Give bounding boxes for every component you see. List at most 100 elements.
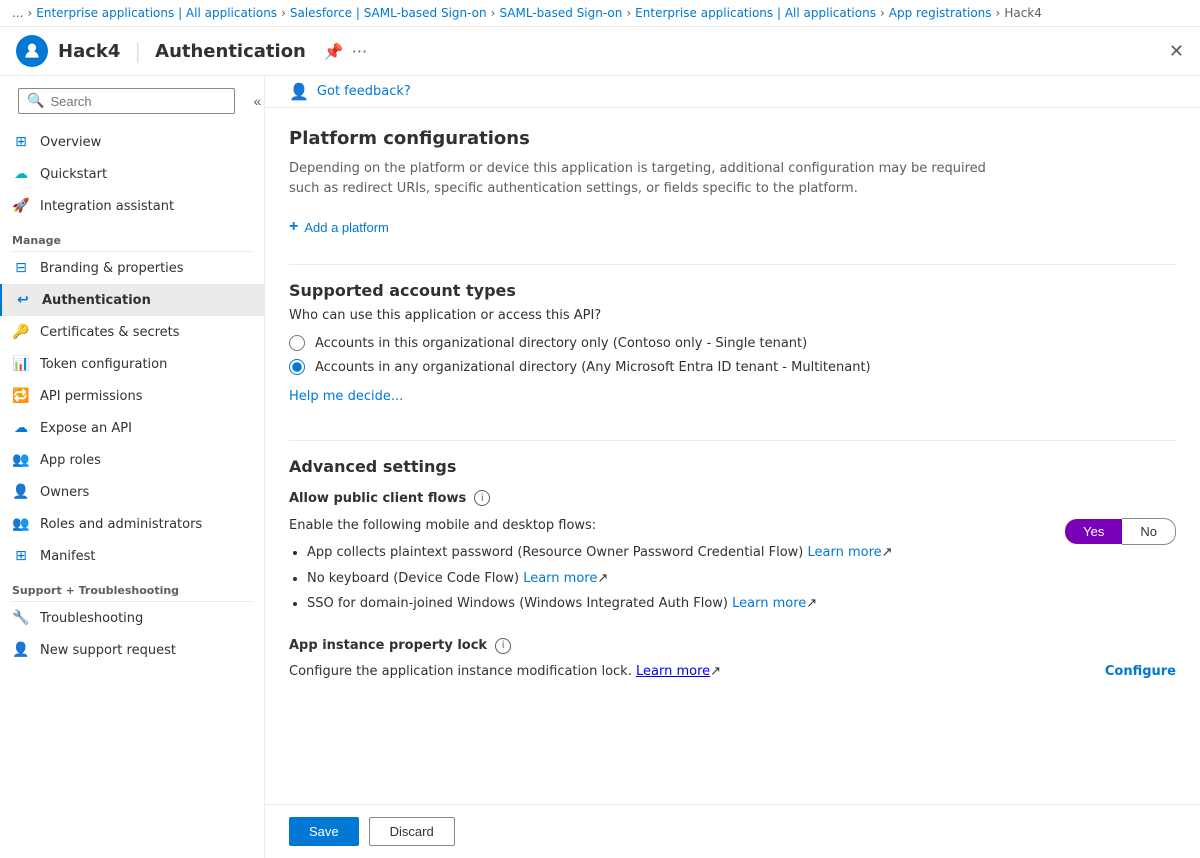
enable-desc: Enable the following mobile and desktop … (289, 518, 1041, 533)
account-types-title: Supported account types (289, 281, 1176, 300)
close-button[interactable]: ✕ (1169, 41, 1184, 62)
overview-icon: ⊞ (12, 133, 30, 151)
pin-icon[interactable]: 📌 (324, 42, 344, 61)
sidebar-label-certificates: Certificates & secrets (40, 325, 180, 340)
bullet-text-0: App collects plaintext password (Resourc… (307, 545, 803, 560)
sidebar-item-overview[interactable]: ⊞ Overview (0, 126, 264, 158)
radio-multi-tenant[interactable]: Accounts in any organizational directory… (289, 359, 1176, 375)
sidebar-item-api-permissions[interactable]: 🔁 API permissions (0, 380, 264, 412)
learn-more-link-0[interactable]: Learn more (808, 545, 882, 560)
search-box[interactable]: 🔍 (18, 88, 235, 114)
list-item: SSO for domain-joined Windows (Windows I… (307, 594, 1041, 614)
search-input[interactable] (50, 94, 226, 109)
breadcrumb-link-4[interactable]: App registrations (889, 6, 992, 20)
sidebar: 🔍 « ⊞ Overview ☁ Quickstart 🚀 Integratio… (0, 76, 265, 858)
plus-icon: + (289, 218, 298, 236)
feedback-label: Got feedback? (317, 84, 411, 99)
sidebar-label-token: Token configuration (40, 357, 167, 372)
content-area: 👤 Got feedback? Platform configurations … (265, 76, 1200, 858)
sidebar-label-owners: Owners (40, 485, 89, 500)
sidebar-item-integration[interactable]: 🚀 Integration assistant (0, 190, 264, 222)
sidebar-label-app-roles: App roles (40, 453, 101, 468)
radio-multi-label: Accounts in any organizational directory… (315, 360, 871, 375)
manifest-icon: ⊞ (12, 547, 30, 565)
app-instance-row: App instance property lock i (289, 638, 1176, 654)
learn-more-link-2[interactable]: Learn more (732, 596, 806, 611)
breadcrumb-link-2[interactable]: SAML-based Sign-on (499, 6, 622, 20)
breadcrumb-dots[interactable]: ... (12, 6, 23, 20)
toggle-yes-button[interactable]: Yes (1065, 519, 1122, 544)
section-divider-2 (289, 440, 1176, 441)
manage-section-title: Manage (0, 222, 264, 251)
sidebar-label-new-support: New support request (40, 643, 176, 658)
account-type-radio-group: Accounts in this organizational director… (289, 335, 1176, 375)
sidebar-item-troubleshooting[interactable]: 🔧 Troubleshooting (0, 602, 264, 634)
toggle-no-button[interactable]: No (1122, 518, 1176, 545)
feedback-icon: 👤 (289, 82, 309, 101)
more-icon[interactable]: ··· (352, 42, 367, 61)
sidebar-item-manifest[interactable]: ⊞ Manifest (0, 540, 264, 572)
sidebar-item-token[interactable]: 📊 Token configuration (0, 348, 264, 380)
account-types-subtitle: Who can use this application or access t… (289, 308, 1176, 323)
footer-bar: Save Discard (265, 804, 1200, 858)
roles-admin-icon: 👥 (12, 515, 30, 533)
sidebar-item-certificates[interactable]: 🔑 Certificates & secrets (0, 316, 264, 348)
sidebar-item-owners[interactable]: 👤 Owners (0, 476, 264, 508)
sidebar-label-branding: Branding & properties (40, 261, 184, 276)
breadcrumb-sep-0: › (27, 6, 32, 20)
sidebar-label-authentication: Authentication (42, 293, 151, 308)
allow-public-row: Allow public client flows i (289, 490, 1176, 506)
expose-api-icon: ☁ (12, 419, 30, 437)
add-platform-label: Add a platform (304, 220, 389, 235)
sidebar-item-app-roles[interactable]: 👥 App roles (0, 444, 264, 476)
branding-icon: ⊟ (12, 259, 30, 277)
learn-more-link-1[interactable]: Learn more (523, 571, 597, 586)
app-instance-label: App instance property lock (289, 638, 487, 653)
sidebar-item-branding[interactable]: ⊟ Branding & properties (0, 252, 264, 284)
breadcrumb-link-1[interactable]: Salesforce | SAML-based Sign-on (290, 6, 487, 20)
sidebar-label-manifest: Manifest (40, 549, 95, 564)
enable-flows-row: Enable the following mobile and desktop … (289, 518, 1176, 620)
radio-single-input[interactable] (289, 335, 305, 351)
api-perm-icon: 🔁 (12, 387, 30, 405)
platform-config-desc: Depending on the platform or device this… (289, 159, 1019, 198)
platform-config-title: Platform configurations (289, 128, 1176, 149)
add-platform-button[interactable]: + Add a platform (289, 214, 389, 240)
app-roles-icon: 👥 (12, 451, 30, 469)
main-layout: 🔍 « ⊞ Overview ☁ Quickstart 🚀 Integratio… (0, 76, 1200, 858)
sidebar-label-troubleshooting: Troubleshooting (40, 611, 143, 626)
header-actions: 📌 ··· (324, 42, 367, 61)
save-button[interactable]: Save (289, 817, 359, 846)
app-logo (16, 35, 48, 67)
sidebar-item-expose-api[interactable]: ☁ Expose an API (0, 412, 264, 444)
list-item: No keyboard (Device Code Flow) Learn mor… (307, 569, 1041, 589)
app-instance-info-icon[interactable]: i (495, 638, 511, 654)
integration-icon: 🚀 (12, 197, 30, 215)
sidebar-item-roles-admin[interactable]: 👥 Roles and administrators (0, 508, 264, 540)
advanced-settings-title: Advanced settings (289, 457, 1176, 476)
sidebar-label-integration: Integration assistant (40, 199, 174, 214)
allow-public-info-icon[interactable]: i (474, 490, 490, 506)
radio-multi-input[interactable] (289, 359, 305, 375)
help-decide-link[interactable]: Help me decide... (289, 389, 403, 404)
cert-icon: 🔑 (12, 323, 30, 341)
sidebar-item-authentication[interactable]: ↩ Authentication (0, 284, 264, 316)
configure-link[interactable]: Configure (1105, 664, 1176, 679)
sidebar-label-expose-api: Expose an API (40, 421, 132, 436)
app-name: Hack4 (58, 41, 120, 62)
support-section-title: Support + Troubleshooting (0, 572, 264, 601)
allow-public-toggle: Yes No (1065, 518, 1176, 545)
auth-icon: ↩ (14, 291, 32, 309)
app-instance-desc: Configure the application instance modif… (289, 664, 721, 679)
discard-button[interactable]: Discard (369, 817, 455, 846)
sidebar-item-quickstart[interactable]: ☁ Quickstart (0, 158, 264, 190)
app-instance-learn-more[interactable]: Learn more (636, 664, 710, 679)
collapse-button[interactable]: « (249, 89, 265, 113)
breadcrumb: ... › Enterprise applications | All appl… (0, 0, 1200, 27)
bullet-text-2: SSO for domain-joined Windows (Windows I… (307, 596, 728, 611)
breadcrumb-link-3[interactable]: Enterprise applications | All applicatio… (635, 6, 876, 20)
radio-single-tenant[interactable]: Accounts in this organizational director… (289, 335, 1176, 351)
sidebar-item-new-support[interactable]: 👤 New support request (0, 634, 264, 666)
feedback-bar[interactable]: 👤 Got feedback? (265, 76, 1200, 108)
breadcrumb-link-0[interactable]: Enterprise applications | All applicatio… (36, 6, 277, 20)
